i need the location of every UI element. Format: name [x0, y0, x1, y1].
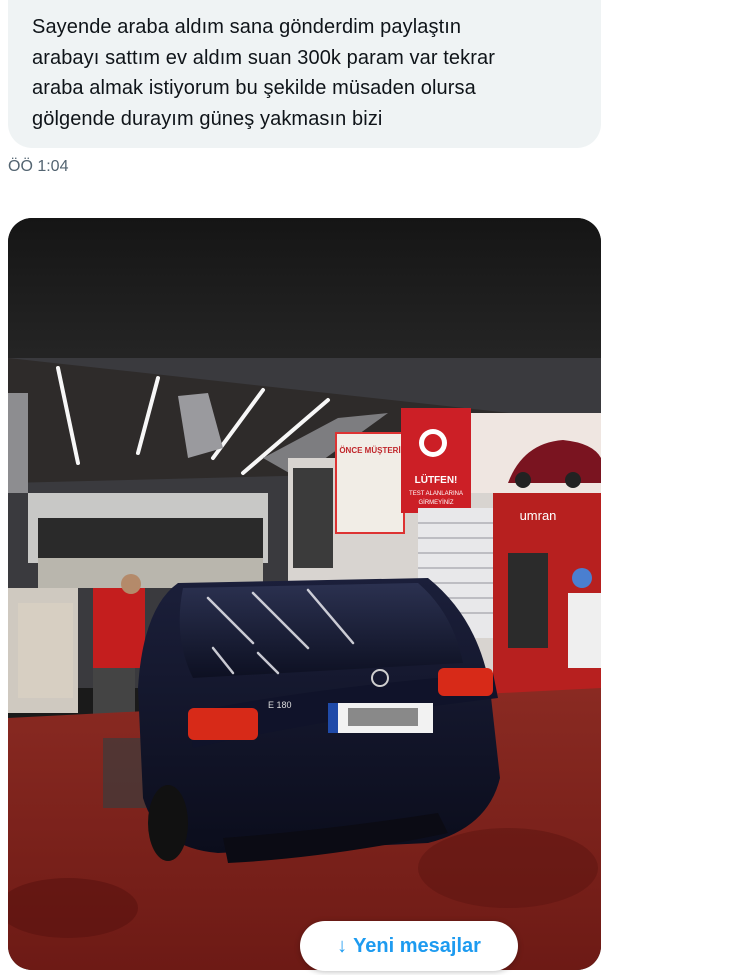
arrow-down-icon: ↓ [337, 934, 348, 957]
poster-text: ÖNCE MÜŞTERİ [339, 446, 400, 455]
tail-light-right [438, 668, 493, 696]
worker [93, 588, 145, 668]
message-line: arabayı sattım ev aldım suan 300k param … [32, 46, 495, 69]
car: E 180 [138, 578, 500, 863]
new-messages-button[interactable]: ↓ Yeni mesajlar [300, 921, 518, 971]
message-timestamp: ÖÖ 1:04 [8, 158, 69, 175]
car-photo: ÖNCE MÜŞTERİ LÜTFEN! TEST ALANLARINA GİR… [8, 218, 601, 970]
message-line: gölgende durayım güneş yakmasın bizi [32, 107, 383, 130]
message-line: araba almak istiyorum bu şekilde müsaden… [32, 77, 476, 99]
trunk-badge: E 180 [268, 700, 292, 710]
photo-attachment[interactable]: ÖNCE MÜŞTERİ LÜTFEN! TEST ALANLARINA GİR… [8, 218, 601, 970]
poster-lutfen [401, 408, 471, 513]
new-messages-label: Yeni mesajlar [353, 934, 481, 957]
poster-text: GİRMEYİNİZ [418, 499, 453, 506]
brand-text: umran [520, 508, 557, 523]
message-line: Sayende araba aldım sana gönderdim payla… [32, 16, 462, 38]
message-bubble: Sayende araba aldım sana gönderdim payla… [8, 0, 601, 148]
poster-text: TEST ALANLARINA [409, 491, 463, 497]
poster-text: LÜTFEN! [415, 473, 458, 486]
tail-light-left [188, 708, 258, 740]
message-text: Sayende araba aldım sana gönderdim payla… [32, 12, 585, 134]
